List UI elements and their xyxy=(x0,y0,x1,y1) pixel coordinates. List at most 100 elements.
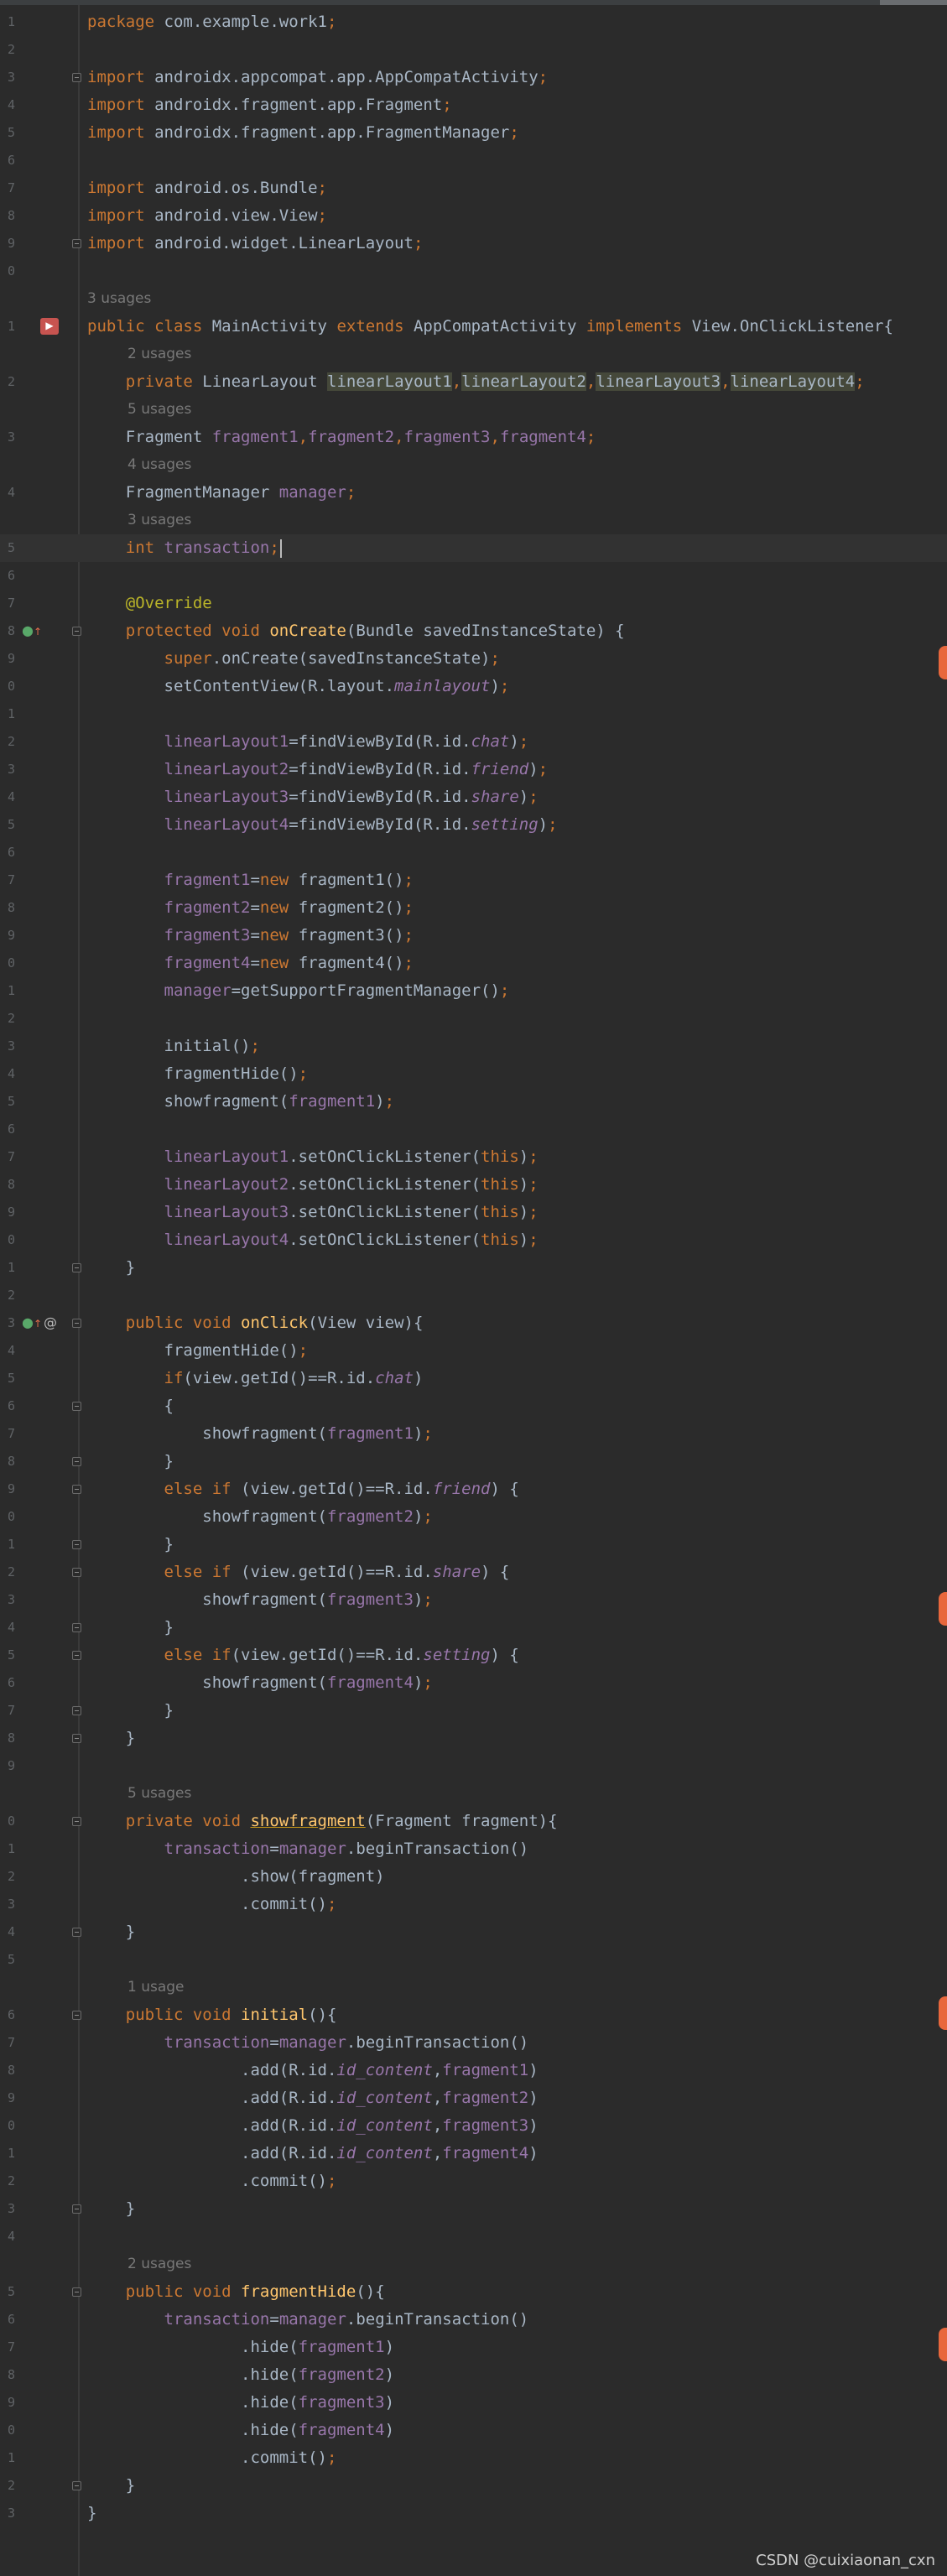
code-line[interactable]: 1 package com.example.work1; xyxy=(0,8,947,36)
code-text[interactable]: import androidx.appcompat.app.AppCompatA… xyxy=(87,64,548,91)
code-text[interactable]: import android.view.View; xyxy=(87,202,327,230)
code-line[interactable]: 4 linearLayout3=findViewById(R.id.share)… xyxy=(0,783,947,811)
code-text[interactable]: else if (view.getId()==R.id.share) { xyxy=(87,1559,510,1586)
code-text[interactable]: import androidx.fragment.app.Fragment; xyxy=(87,91,452,119)
code-line[interactable]: 4 fragmentHide(); xyxy=(0,1060,947,1088)
fold-toggle-icon[interactable] xyxy=(72,1540,81,1549)
code-text[interactable]: showfragment(fragment1); xyxy=(87,1420,433,1448)
code-line[interactable]: 0 linearLayout4.setOnClickListener(this)… xyxy=(0,1226,947,1254)
code-line[interactable]: 6 xyxy=(0,562,947,590)
error-stripe-marker[interactable] xyxy=(939,1996,947,2030)
code-line[interactable]: 9 .hide(fragment3) xyxy=(0,2389,947,2417)
code-text[interactable]: transaction=manager.beginTransaction() xyxy=(87,1835,529,1863)
code-text[interactable]: linearLayout4=findViewById(R.id.setting)… xyxy=(87,811,558,839)
code-text[interactable]: } xyxy=(87,1725,135,1752)
fold-toggle-icon[interactable] xyxy=(72,1263,81,1272)
code-line[interactable]: 5 if(view.getId()==R.id.chat) xyxy=(0,1365,947,1392)
code-text[interactable]: } xyxy=(87,1254,135,1282)
code-text[interactable]: .add(R.id.id_content,fragment4) xyxy=(87,2140,539,2167)
code-text[interactable]: manager=getSupportFragmentManager(); xyxy=(87,977,510,1005)
inlay-usage-hint-row[interactable]: 2 usages xyxy=(0,341,947,368)
code-text[interactable]: fragment3=new fragment3(); xyxy=(87,922,414,950)
code-line[interactable]: 9 import android.widget.LinearLayout; xyxy=(0,230,947,258)
code-line[interactable]: 2 linearLayout1=findViewById(R.id.chat); xyxy=(0,728,947,756)
code-text[interactable]: } xyxy=(87,2195,135,2223)
error-stripe-marker[interactable] xyxy=(939,2328,947,2361)
code-text[interactable]: .hide(fragment1) xyxy=(87,2334,394,2361)
fold-toggle-icon[interactable] xyxy=(72,239,81,248)
implements-gutter-icon[interactable]: ●↑ xyxy=(22,1315,42,1331)
code-line[interactable]: 4 } xyxy=(0,1614,947,1642)
code-line[interactable]: 1 transaction=manager.beginTransaction() xyxy=(0,1835,947,1863)
run-gutter-icon[interactable]: ▶ xyxy=(40,318,59,335)
fold-toggle-icon[interactable] xyxy=(72,1402,81,1411)
code-line[interactable]: 3 .commit(); xyxy=(0,1891,947,1918)
code-text[interactable]: import androidx.fragment.app.FragmentMan… xyxy=(87,119,519,147)
code-line[interactable]: 4 xyxy=(0,2223,947,2251)
inlay-usage-hint-row[interactable]: 1 usage xyxy=(0,1974,947,2001)
code-line[interactable]: 1 xyxy=(0,700,947,728)
code-text[interactable]: if(view.getId()==R.id.chat) xyxy=(87,1365,424,1392)
code-text[interactable]: linearLayout1.setOnClickListener(this); xyxy=(87,1143,539,1171)
code-line[interactable]: 9 else if (view.getId()==R.id.friend) { xyxy=(0,1475,947,1503)
fold-toggle-icon[interactable] xyxy=(72,1623,81,1632)
fold-toggle-icon[interactable] xyxy=(72,1706,81,1715)
code-line[interactable]: 8 linearLayout2.setOnClickListener(this)… xyxy=(0,1171,947,1199)
code-text[interactable]: private LinearLayout linearLayout1,linea… xyxy=(87,368,865,396)
code-text[interactable]: transaction=manager.beginTransaction() xyxy=(87,2029,529,2057)
code-text[interactable]: FragmentManager manager; xyxy=(87,479,356,507)
code-text[interactable]: super.onCreate(savedInstanceState); xyxy=(87,645,500,673)
code-line[interactable]: 3 showfragment(fragment3); xyxy=(0,1586,947,1614)
code-line[interactable]: 5 else if(view.getId()==R.id.setting) { xyxy=(0,1642,947,1669)
code-line[interactable]: 5 import androidx.fragment.app.FragmentMa… xyxy=(0,119,947,147)
code-line[interactable]: 1 } xyxy=(0,1531,947,1559)
code-line[interactable]: 1 } xyxy=(0,1254,947,1282)
code-text[interactable]: .commit(); xyxy=(87,2444,336,2472)
code-text[interactable]: .add(R.id.id_content,fragment2) xyxy=(87,2084,539,2112)
code-line[interactable]: 7 fragment1=new fragment1(); xyxy=(0,866,947,894)
code-line[interactable]: 3 initial(); xyxy=(0,1033,947,1060)
inlay-usage-hint-row[interactable]: 5 usages xyxy=(0,1780,947,1808)
code-line[interactable]: 2 } xyxy=(0,2472,947,2500)
code-text[interactable]: { xyxy=(87,1392,174,1420)
code-text[interactable]: linearLayout3=findViewById(R.id.share); xyxy=(87,783,539,811)
code-line[interactable]: 9 fragment3=new fragment3(); xyxy=(0,922,947,950)
code-text[interactable]: fragment1=new fragment1(); xyxy=(87,866,414,894)
fold-toggle-icon[interactable] xyxy=(72,2287,81,2297)
code-line[interactable]: 6 xyxy=(0,839,947,866)
code-line[interactable]: 9 super.onCreate(savedInstanceState); xyxy=(0,645,947,673)
code-line[interactable]: 3 Fragment fragment1,fragment2,fragment3… xyxy=(0,424,947,451)
code-text[interactable]: else if (view.getId()==R.id.friend) { xyxy=(87,1475,519,1503)
code-line[interactable]: 3 } xyxy=(0,2195,947,2223)
code-text[interactable]: showfragment(fragment4); xyxy=(87,1669,433,1697)
code-text[interactable]: linearLayout4.setOnClickListener(this); xyxy=(87,1226,539,1254)
error-stripe-marker[interactable] xyxy=(939,646,947,679)
code-text[interactable]: } xyxy=(87,1448,174,1475)
code-line[interactable]: 4 fragmentHide(); xyxy=(0,1337,947,1365)
error-stripe-marker[interactable] xyxy=(939,1592,947,1626)
code-line[interactable]: 6 showfragment(fragment4); xyxy=(0,1669,947,1697)
code-text[interactable]: setContentView(R.layout.mainlayout); xyxy=(87,673,510,700)
code-text[interactable]: public void onClick(View view){ xyxy=(87,1309,424,1337)
code-line[interactable]: 7 linearLayout1.setOnClickListener(this)… xyxy=(0,1143,947,1171)
code-line[interactable]: 1 manager=getSupportFragmentManager(); xyxy=(0,977,947,1005)
code-text[interactable]: .hide(fragment4) xyxy=(87,2417,394,2444)
code-line[interactable]: 7 showfragment(fragment1); xyxy=(0,1420,947,1448)
annotation-gutter-icon[interactable]: @ xyxy=(44,1315,57,1330)
code-text[interactable]: showfragment(fragment1); xyxy=(87,1088,395,1116)
code-line[interactable]: 1 .add(R.id.id_content,fragment4) xyxy=(0,2140,947,2167)
code-text[interactable]: .add(R.id.id_content,fragment1) xyxy=(87,2057,539,2084)
code-line[interactable]: 2 xyxy=(0,36,947,64)
fold-toggle-icon[interactable] xyxy=(72,1485,81,1494)
code-text[interactable]: import android.os.Bundle; xyxy=(87,174,327,202)
code-line[interactable]: 9 .add(R.id.id_content,fragment2) xyxy=(0,2084,947,2112)
code-text[interactable]: fragmentHide(); xyxy=(87,1337,309,1365)
code-line[interactable]: 7 transaction=manager.beginTransaction() xyxy=(0,2029,947,2057)
code-line[interactable]: 0 xyxy=(0,258,947,285)
fold-toggle-icon[interactable] xyxy=(72,1319,81,1328)
usages-hint[interactable]: 4 usages xyxy=(127,451,191,479)
code-text[interactable]: } xyxy=(87,1697,174,1725)
code-line[interactable]: 8 import android.view.View; xyxy=(0,202,947,230)
code-text[interactable]: } xyxy=(87,2500,96,2527)
code-text[interactable]: showfragment(fragment2); xyxy=(87,1503,433,1531)
